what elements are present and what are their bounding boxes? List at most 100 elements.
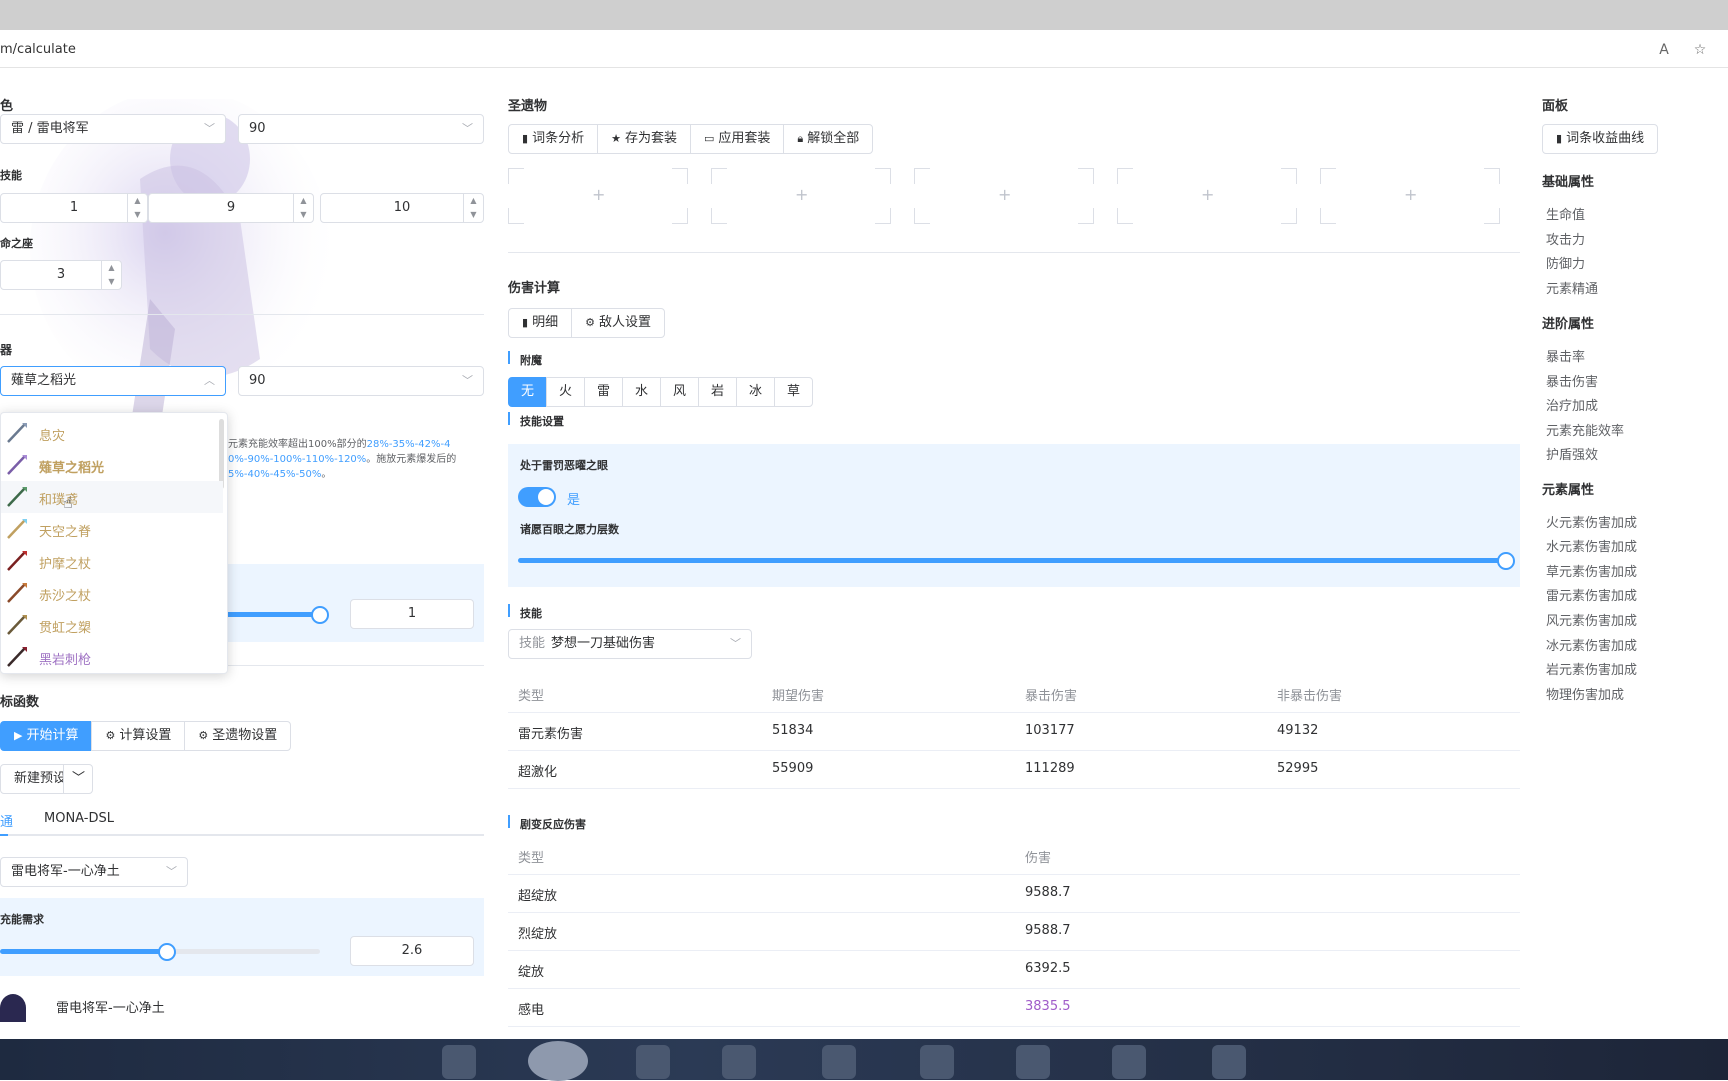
address-bar[interactable]: m/calculate A ☆ xyxy=(0,30,1728,68)
element-cryo-button[interactable]: 冰 xyxy=(736,377,775,407)
stepper-arrows[interactable]: ▲ ▼ xyxy=(463,194,483,222)
eye-toggle[interactable] xyxy=(518,487,556,507)
preset-dropdown-button[interactable]: ﹀ xyxy=(63,764,93,794)
dropdown-item[interactable]: 和璞鸢 ☝ xyxy=(1,481,223,513)
element-electro-button[interactable]: 雷 xyxy=(584,377,623,407)
slot-corner xyxy=(1078,208,1094,224)
constellation-stepper[interactable]: 3 ▲ ▼ xyxy=(0,260,122,290)
polearm-icon xyxy=(7,423,27,443)
details-button[interactable]: ▮ 明细 xyxy=(508,308,573,338)
taskbar-app-icon[interactable] xyxy=(1016,1045,1050,1079)
skill-select[interactable]: 技能 梦想一刀基础伤害 ﹀ xyxy=(508,629,752,659)
stat-curve-button[interactable]: ▮ 词条收益曲线 xyxy=(1542,124,1659,154)
target-function-select[interactable]: 雷电将军-一心净土 ﹀ xyxy=(0,857,188,887)
energy-slider-track[interactable] xyxy=(166,949,320,954)
skill-level-1[interactable]: 1 ▲ ▼ xyxy=(0,193,148,223)
save-set-button[interactable]: ★ 存为套装 xyxy=(597,124,691,154)
stat-physical-dmg[interactable]: 物理伤害加成 xyxy=(1546,684,1624,703)
taskbar-app-icon[interactable] xyxy=(920,1045,954,1079)
curve-button-group: ▮ 词条收益曲线 xyxy=(1542,124,1659,154)
artifact-settings-label: 圣遗物设置 xyxy=(212,728,278,743)
stat-electro-dmg[interactable]: 雷元素伤害加成 xyxy=(1546,585,1637,604)
stat-hp[interactable]: 生命值 xyxy=(1546,204,1585,223)
stat-anemo-dmg[interactable]: 风元素伤害加成 xyxy=(1546,610,1637,629)
stepper-arrows[interactable]: ▲ ▼ xyxy=(127,194,147,222)
new-preset-button[interactable]: 新建预设 xyxy=(0,764,66,794)
artifact-slot-flower[interactable]: + xyxy=(508,168,688,224)
artifact-slot-feather[interactable]: + xyxy=(711,168,891,224)
stat-er[interactable]: 元素充能效率 xyxy=(1546,420,1624,439)
element-hydro-button[interactable]: 水 xyxy=(622,377,661,407)
stat-crit-dmg[interactable]: 暴击伤害 xyxy=(1546,371,1598,390)
stat-analysis-button[interactable]: ▮ 词条分析 xyxy=(508,124,599,154)
dropdown-item[interactable]: 黑岩刺枪 xyxy=(1,641,223,673)
weapon-level-select[interactable]: 90 ﹀ xyxy=(238,366,484,396)
stacks-slider-track[interactable] xyxy=(518,558,1508,563)
stepper-arrows[interactable]: ▲ ▼ xyxy=(293,194,313,222)
weapon-desc-text: 元素充能效率超出100%部分的 xyxy=(228,439,367,450)
chevron-down-icon: ﹀ xyxy=(166,865,177,878)
polearm-icon xyxy=(7,487,27,507)
artifact-slot-sands[interactable]: + xyxy=(914,168,1094,224)
dropdown-item[interactable]: 赤沙之杖 xyxy=(1,577,223,609)
taskbar-app-icon[interactable] xyxy=(822,1045,856,1079)
stat-shield[interactable]: 护盾强效 xyxy=(1546,444,1598,463)
dropdown-item-selected[interactable]: 薙草之稻光 xyxy=(1,449,223,481)
stat-healing[interactable]: 治疗加成 xyxy=(1546,395,1598,414)
stat-pyro-dmg[interactable]: 火元素伤害加成 xyxy=(1546,512,1637,531)
dropdown-item[interactable]: 息灾 xyxy=(1,417,223,449)
skill-level-2[interactable]: 9 ▲ ▼ xyxy=(148,193,314,223)
tab-mona-dsl[interactable]: MONA-DSL xyxy=(44,811,114,826)
tab-normal[interactable]: 通 xyxy=(0,811,13,830)
stepper-arrows[interactable]: ▲ ▼ xyxy=(101,261,121,289)
dropdown-item[interactable]: 贯虹之槊 xyxy=(1,609,223,641)
taskbar-app-icon[interactable] xyxy=(636,1045,670,1079)
artifact-settings-button[interactable]: ⚙ 圣遗物设置 xyxy=(184,721,292,751)
weapon-desc-text: 。施放元素爆发后的 xyxy=(366,454,457,465)
stat-cryo-dmg[interactable]: 冰元素伤害加成 xyxy=(1546,635,1637,654)
energy-input[interactable]: 2.6 xyxy=(350,936,474,966)
start-calc-button[interactable]: ▶ 开始计算 xyxy=(0,721,93,751)
element-pyro-button[interactable]: 火 xyxy=(546,377,585,407)
apply-set-button[interactable]: ▭ 应用套装 xyxy=(689,124,785,154)
stat-geo-dmg[interactable]: 岩元素伤害加成 xyxy=(1546,659,1637,678)
taskbar-app-icon[interactable] xyxy=(528,1041,588,1081)
element-none-button[interactable]: 无 xyxy=(508,377,547,407)
element-anemo-button[interactable]: 风 xyxy=(660,377,699,407)
skill-level-3[interactable]: 10 ▲ ▼ xyxy=(320,193,484,223)
refine-input[interactable]: 1 xyxy=(350,599,474,629)
calc-settings-button[interactable]: ⚙ 计算设置 xyxy=(91,721,186,751)
unlock-all-button[interactable]: 🔒︎ 解锁全部 xyxy=(783,124,874,154)
enemy-settings-button[interactable]: ⚙ 敌人设置 xyxy=(571,308,665,338)
stat-def[interactable]: 防御力 xyxy=(1546,253,1585,272)
dropdown-item[interactable]: 天空之脊 xyxy=(1,513,223,545)
col-type: 类型 xyxy=(518,851,545,866)
taskbar-app-icon[interactable] xyxy=(1212,1045,1246,1079)
character-level-select[interactable]: 90 ﹀ xyxy=(238,114,484,144)
favorites-icon[interactable]: ☆ xyxy=(1690,40,1710,60)
character-select[interactable]: 雷 / 雷电将军 ﹀ xyxy=(0,114,226,144)
stat-atk[interactable]: 攻击力 xyxy=(1546,229,1585,248)
plus-icon: + xyxy=(1201,185,1215,204)
refine-slider-handle[interactable] xyxy=(311,606,329,624)
stacks-slider-handle[interactable] xyxy=(1497,552,1515,570)
taskbar-app-icon[interactable] xyxy=(722,1045,756,1079)
stat-em[interactable]: 元素精通 xyxy=(1546,278,1598,297)
artifact-slot-circlet[interactable]: + xyxy=(1320,168,1500,224)
plus-icon: + xyxy=(592,185,606,204)
read-aloud-icon[interactable]: A xyxy=(1654,40,1674,60)
element-geo-button[interactable]: 岩 xyxy=(698,377,737,407)
taskbar-app-icon[interactable] xyxy=(442,1045,476,1079)
energy-slider-handle[interactable] xyxy=(158,943,176,961)
dropdown-item[interactable]: 护摩之杖 xyxy=(1,545,223,577)
stat-crit-rate[interactable]: 暴击率 xyxy=(1546,346,1585,365)
taskbar-app-icon[interactable] xyxy=(1112,1045,1146,1079)
stat-dendro-dmg[interactable]: 草元素伤害加成 xyxy=(1546,561,1637,580)
url-text[interactable]: m/calculate xyxy=(0,42,76,57)
artifact-slot-goblet[interactable]: + xyxy=(1117,168,1297,224)
chevron-down-icon: ﹀ xyxy=(462,122,473,135)
element-dendro-button[interactable]: 草 xyxy=(774,377,813,407)
stat-hydro-dmg[interactable]: 水元素伤害加成 xyxy=(1546,536,1637,555)
weapon-select[interactable]: 薙草之稻光 ︿ xyxy=(0,366,226,396)
energy-slider-fill[interactable] xyxy=(0,949,166,954)
